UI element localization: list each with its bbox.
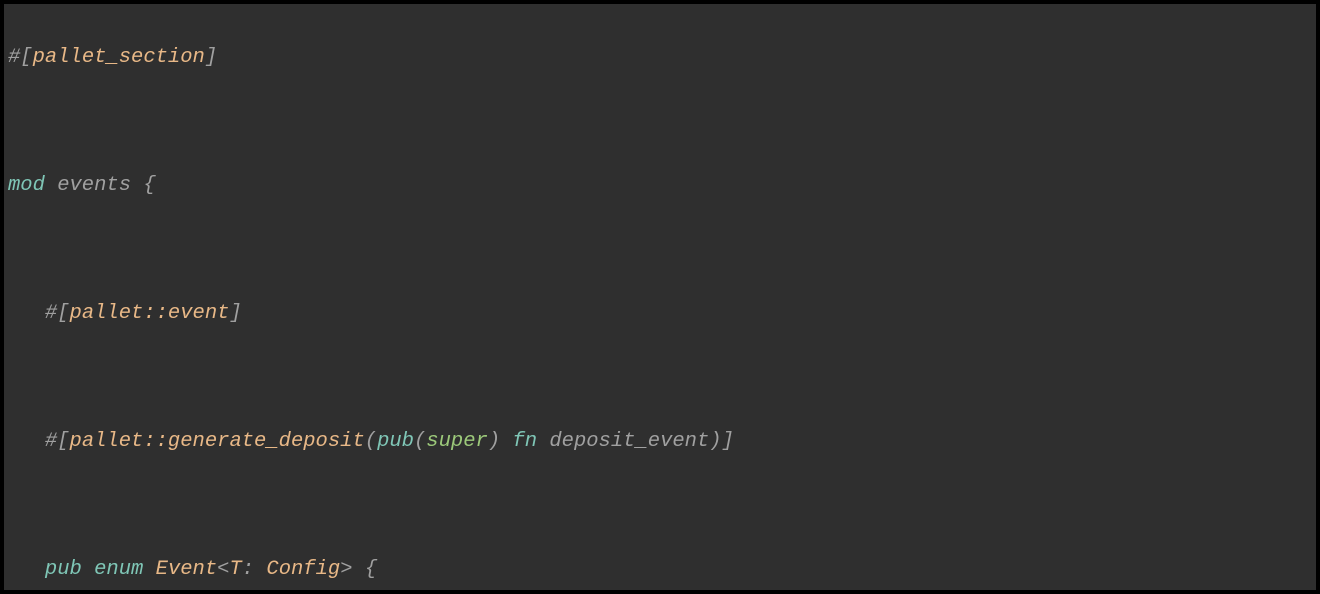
punct-hash: #[: [8, 46, 33, 69]
keyword-pub: pub: [45, 558, 82, 581]
punct-gt: >: [340, 558, 352, 581]
punct-hash: #[: [45, 430, 70, 453]
blank-line: [8, 234, 1312, 266]
punct-close: ]: [229, 302, 241, 325]
keyword-pub: pub: [377, 430, 414, 453]
indent: [8, 302, 45, 325]
punct-lt: <: [217, 558, 229, 581]
code-line: mod events {: [8, 170, 1312, 202]
space: [500, 430, 512, 453]
blank-line: [8, 106, 1312, 138]
attribute-name: pallet::generate_deposit: [70, 430, 365, 453]
blank-line: [8, 490, 1312, 522]
code-line: #[pallet::event]: [8, 298, 1312, 330]
punct-open: (: [414, 430, 426, 453]
indent: [8, 558, 45, 581]
code-line: #[pallet_section]: [8, 42, 1312, 74]
punct-close: ): [488, 430, 500, 453]
attribute-name: pallet::event: [70, 302, 230, 325]
keyword-super: super: [426, 430, 488, 453]
punct-open: (: [365, 430, 377, 453]
attribute-name: pallet_section: [33, 46, 205, 69]
code-text: deposit_event)]: [537, 430, 734, 453]
punct-colon: :: [242, 558, 267, 581]
keyword-mod: mod: [8, 174, 45, 197]
code-line: pub enum Event<T: Config> {: [8, 554, 1312, 586]
keyword-enum: enum: [94, 558, 143, 581]
code-line: #[pallet::generate_deposit(pub(super) fn…: [8, 426, 1312, 458]
space: [143, 558, 155, 581]
punct-hash: #[: [45, 302, 70, 325]
punct-close: ]: [205, 46, 217, 69]
keyword-fn: fn: [512, 430, 537, 453]
trait-name: Config: [266, 558, 340, 581]
punct-brace: {: [353, 558, 378, 581]
generic-param: T: [229, 558, 241, 581]
indent: [8, 430, 45, 453]
space: [82, 558, 94, 581]
blank-line: [8, 362, 1312, 394]
type-name: Event: [156, 558, 218, 581]
code-block: #[pallet_section] mod events { #[pallet:…: [4, 4, 1316, 590]
code-text: events {: [45, 174, 156, 197]
